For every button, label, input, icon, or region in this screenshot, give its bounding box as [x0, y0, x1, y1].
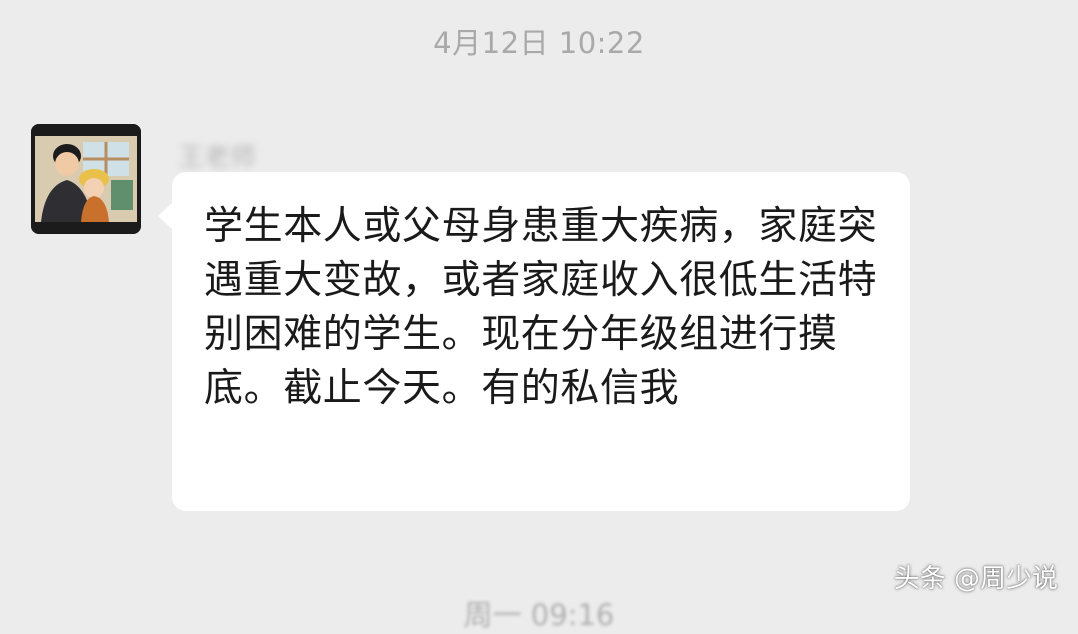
user-avatar-illustration-icon [31, 124, 141, 234]
source-watermark: 头条 @周少说 [893, 564, 1058, 594]
message-timestamp: 4月12日 10:22 [433, 26, 645, 60]
sender-name: 王老师 [178, 143, 257, 173]
bubble-tail [158, 202, 173, 230]
next-message-timestamp: 周一 09:16 [463, 598, 615, 632]
message-bubble[interactable]: 学生本人或父母身患重大疾病，家庭突遇重大变故，或者家庭收入很低生活特别困难的学生… [158, 172, 910, 511]
sender-avatar[interactable] [31, 124, 141, 234]
message-text: 学生本人或父母身患重大疾病，家庭突遇重大变故，或者家庭收入很低生活特别困难的学生… [204, 204, 878, 411]
